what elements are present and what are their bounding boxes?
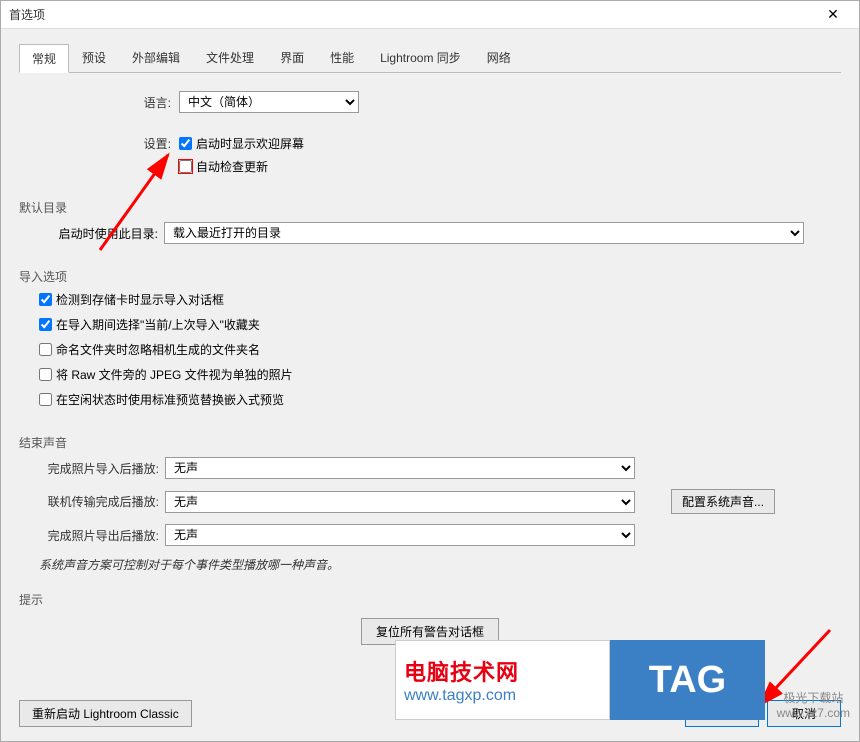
tab-file-handling[interactable]: 文件处理: [193, 43, 267, 72]
sound-note: 系统声音方案可控制对于每个事件类型播放哪一种声音。: [39, 556, 841, 573]
tether-sound-label: 联机传输完成后播放:: [39, 493, 159, 510]
tab-general[interactable]: 常规: [19, 44, 69, 73]
import-sound-select[interactable]: 无声: [165, 457, 635, 479]
default-catalog-select[interactable]: 载入最近打开的目录: [164, 222, 804, 244]
import-opt2[interactable]: 在导入期间选择"当前/上次导入"收藏夹: [39, 316, 841, 333]
show-splash-row[interactable]: 启动时显示欢迎屏幕: [179, 135, 304, 152]
tab-interface[interactable]: 界面: [267, 43, 317, 72]
configure-system-sound-button[interactable]: 配置系统声音...: [671, 489, 775, 514]
language-select[interactable]: 中文（简体）: [179, 91, 359, 113]
import-options-title: 导入选项: [19, 268, 841, 285]
preferences-dialog: 首选项 ✕ 常规 预设 外部编辑 文件处理 界面 性能 Lightroom 同步…: [0, 0, 860, 742]
completion-sounds-section: 结束声音 完成照片导入后播放: 无声 联机传输完成后播放: 无声 配置系统声音.…: [19, 434, 841, 573]
import-opt2-checkbox[interactable]: [39, 318, 52, 331]
export-sound-row: 完成照片导出后播放: 无声: [39, 524, 841, 546]
close-icon[interactable]: ✕: [815, 5, 851, 25]
titlebar: 首选项 ✕: [1, 1, 859, 29]
bottom-bar: 重新启动 Lightroom Classic 确定 取消: [1, 692, 859, 741]
content-area: 常规 预设 外部编辑 文件处理 界面 性能 Lightroom 同步 网络 语言…: [1, 29, 859, 692]
tab-network[interactable]: 网络: [474, 43, 524, 72]
default-catalog-section: 默认目录 启动时使用此目录: 载入最近打开的目录: [19, 199, 841, 250]
settings-label: 设置:: [19, 135, 179, 152]
ok-button[interactable]: 确定: [685, 700, 759, 727]
import-opt5[interactable]: 在空闲状态时使用标准预览替换嵌入式预览: [39, 391, 841, 408]
export-sound-select[interactable]: 无声: [165, 524, 635, 546]
export-sound-label: 完成照片导出后播放:: [39, 527, 159, 544]
import-opt4-checkbox[interactable]: [39, 368, 52, 381]
show-splash-checkbox[interactable]: [179, 137, 192, 150]
cancel-button[interactable]: 取消: [767, 700, 841, 727]
default-catalog-row: 启动时使用此目录: 载入最近打开的目录: [39, 222, 841, 244]
restart-button[interactable]: 重新启动 Lightroom Classic: [19, 700, 192, 727]
import-options-section: 导入选项 检测到存储卡时显示导入对话框 在导入期间选择"当前/上次导入"收藏夹 …: [19, 268, 841, 416]
auto-update-row: 自动检查更新: [19, 158, 841, 175]
tab-bar: 常规 预设 外部编辑 文件处理 界面 性能 Lightroom 同步 网络: [19, 43, 841, 73]
show-splash-label: 启动时显示欢迎屏幕: [196, 135, 304, 152]
tether-sound-row: 联机传输完成后播放: 无声 配置系统声音...: [39, 489, 841, 514]
reset-warnings-button[interactable]: 复位所有警告对话框: [361, 618, 499, 645]
import-sound-row: 完成照片导入后播放: 无声: [39, 457, 841, 479]
tether-sound-select[interactable]: 无声: [165, 491, 635, 513]
completion-sounds-title: 结束声音: [19, 434, 841, 451]
import-opt3-checkbox[interactable]: [39, 343, 52, 356]
import-sound-label: 完成照片导入后播放:: [39, 460, 159, 477]
prompts-section: 提示 复位所有警告对话框: [19, 591, 841, 645]
settings-row: 设置: 启动时显示欢迎屏幕: [19, 135, 841, 152]
prompts-title: 提示: [19, 591, 841, 608]
import-opt4[interactable]: 将 Raw 文件旁的 JPEG 文件视为单独的照片: [39, 366, 841, 383]
tab-presets[interactable]: 预设: [69, 43, 119, 72]
language-label: 语言:: [19, 94, 179, 111]
auto-update-checkbox[interactable]: [179, 160, 192, 173]
default-catalog-label: 启动时使用此目录:: [39, 225, 164, 242]
auto-update-option[interactable]: 自动检查更新: [179, 158, 268, 175]
import-opt3[interactable]: 命名文件夹时忽略相机生成的文件夹名: [39, 341, 841, 358]
import-opt1[interactable]: 检测到存储卡时显示导入对话框: [39, 291, 841, 308]
tab-lightroom-sync[interactable]: Lightroom 同步: [367, 43, 474, 72]
dialog-title: 首选项: [9, 6, 815, 23]
language-row: 语言: 中文（简体）: [19, 91, 841, 113]
import-opt5-checkbox[interactable]: [39, 393, 52, 406]
default-catalog-title: 默认目录: [19, 199, 841, 216]
tab-external-editing[interactable]: 外部编辑: [119, 43, 193, 72]
auto-update-label: 自动检查更新: [196, 158, 268, 175]
import-opt1-checkbox[interactable]: [39, 293, 52, 306]
tab-performance[interactable]: 性能: [317, 43, 367, 72]
